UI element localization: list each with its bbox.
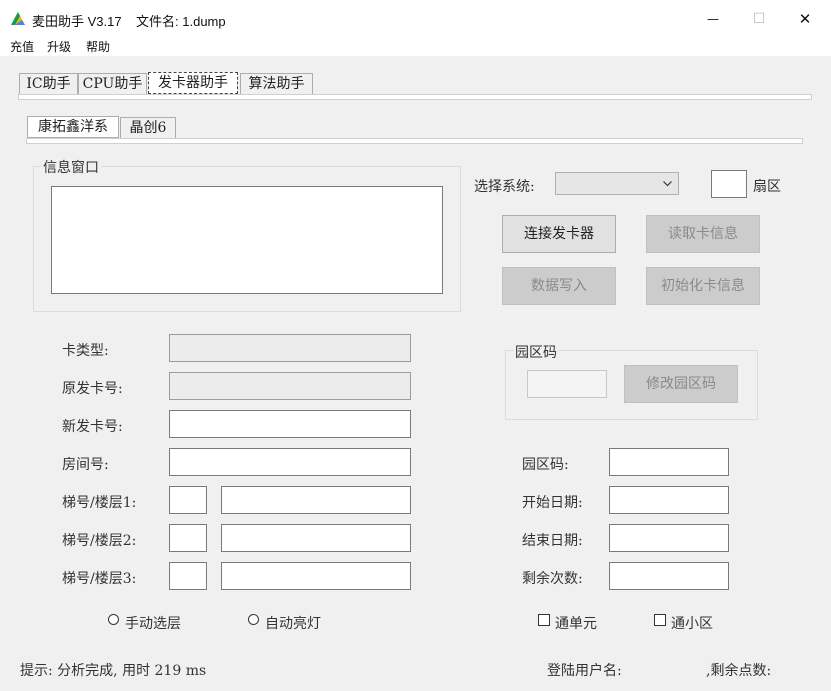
read-card-button[interactable]: 读取卡信息 bbox=[646, 215, 760, 253]
tab-cpu-helper[interactable]: CPU助手 bbox=[78, 73, 147, 94]
remaining-count-label: 剩余次数: bbox=[522, 571, 583, 587]
menu-upgrade[interactable]: 升级 bbox=[47, 38, 71, 55]
new-card-field[interactable] bbox=[169, 410, 411, 438]
chevron-down-icon bbox=[663, 181, 672, 187]
floor-1-field[interactable] bbox=[221, 486, 411, 514]
tab-card-issuer-helper[interactable]: 发卡器助手 bbox=[148, 72, 238, 94]
sector-label: 扇区 bbox=[753, 179, 781, 195]
original-card-field[interactable] bbox=[169, 372, 411, 400]
init-card-button[interactable]: 初始化卡信息 bbox=[646, 267, 760, 305]
card-type-label: 卡类型: bbox=[62, 343, 109, 359]
lift-2-field[interactable] bbox=[169, 524, 207, 552]
lift-1-field[interactable] bbox=[169, 486, 207, 514]
system-label: 选择系统: bbox=[474, 179, 535, 195]
login-user-label: 登陆用户名: bbox=[547, 663, 622, 679]
community-checkbox[interactable] bbox=[654, 614, 666, 626]
maximize-button[interactable]: ☐ bbox=[736, 0, 782, 38]
status-hint: 提示: 分析完成, 用时 219 ms bbox=[20, 663, 207, 679]
info-window-text[interactable] bbox=[51, 186, 443, 294]
tab-ic-helper[interactable]: IC助手 bbox=[19, 73, 78, 94]
menu-help[interactable]: 帮助 bbox=[86, 38, 110, 55]
tab-algorithm-helper[interactable]: 算法助手 bbox=[240, 73, 313, 94]
room-field[interactable] bbox=[169, 448, 411, 476]
remaining-count-field[interactable] bbox=[609, 562, 729, 590]
tab-jingchuang6[interactable]: 晶创6 bbox=[120, 117, 176, 138]
auto-light-label: 自动亮灯 bbox=[265, 616, 321, 632]
start-date-label: 开始日期: bbox=[522, 495, 583, 511]
unit-checkbox[interactable] bbox=[538, 614, 550, 626]
card-type-field[interactable] bbox=[169, 334, 411, 362]
room-label: 房间号: bbox=[62, 457, 109, 473]
manual-floor-radio[interactable] bbox=[108, 614, 119, 625]
unit-label: 通单元 bbox=[555, 616, 597, 632]
minimize-icon: — bbox=[707, 12, 719, 26]
community-label: 通小区 bbox=[671, 616, 713, 632]
system-select[interactable] bbox=[555, 172, 679, 195]
sub-tab-panel bbox=[26, 138, 803, 144]
remaining-points-label: ,剩余点数: bbox=[706, 663, 772, 679]
floor-3-field[interactable] bbox=[221, 562, 411, 590]
tab-kangtuo[interactable]: 康拓鑫洋系 bbox=[27, 116, 119, 138]
lift-floor-2-label: 梯号/楼层2: bbox=[62, 533, 137, 549]
floor-2-field[interactable] bbox=[221, 524, 411, 552]
lift-floor-3-label: 梯号/楼层3: bbox=[62, 571, 137, 587]
menu-bar bbox=[0, 38, 831, 56]
sector-input[interactable] bbox=[711, 170, 747, 198]
lift-3-field[interactable] bbox=[169, 562, 207, 590]
original-card-label: 原发卡号: bbox=[62, 381, 123, 397]
minimize-button[interactable]: — bbox=[690, 0, 736, 38]
info-window-title: 信息窗口 bbox=[41, 157, 101, 177]
park-code-field-label: 园区码: bbox=[522, 457, 569, 473]
end-date-label: 结束日期: bbox=[522, 533, 583, 549]
maximize-icon: ☐ bbox=[752, 11, 766, 27]
manual-floor-label: 手动选层 bbox=[125, 616, 181, 632]
auto-light-radio[interactable] bbox=[248, 614, 259, 625]
menu-recharge[interactable]: 充值 bbox=[10, 38, 34, 55]
new-card-label: 新发卡号: bbox=[62, 419, 123, 435]
main-tab-panel bbox=[18, 94, 812, 100]
app-logo-icon bbox=[11, 12, 25, 25]
park-code-input[interactable] bbox=[527, 370, 607, 398]
connect-issuer-button[interactable]: 连接发卡器 bbox=[502, 215, 616, 253]
window-title: 麦田助手 V3.17 文件名: 1.dump bbox=[32, 14, 226, 29]
end-date-field[interactable] bbox=[609, 524, 729, 552]
lift-floor-1-label: 梯号/楼层1: bbox=[62, 495, 137, 511]
close-button[interactable]: ✕ bbox=[782, 0, 828, 38]
modify-park-code-button[interactable]: 修改园区码 bbox=[624, 365, 738, 403]
park-code-group-title: 园区码 bbox=[513, 342, 559, 362]
start-date-field[interactable] bbox=[609, 486, 729, 514]
park-code-field[interactable] bbox=[609, 448, 729, 476]
write-data-button[interactable]: 数据写入 bbox=[502, 267, 616, 305]
close-icon: ✕ bbox=[798, 10, 812, 28]
